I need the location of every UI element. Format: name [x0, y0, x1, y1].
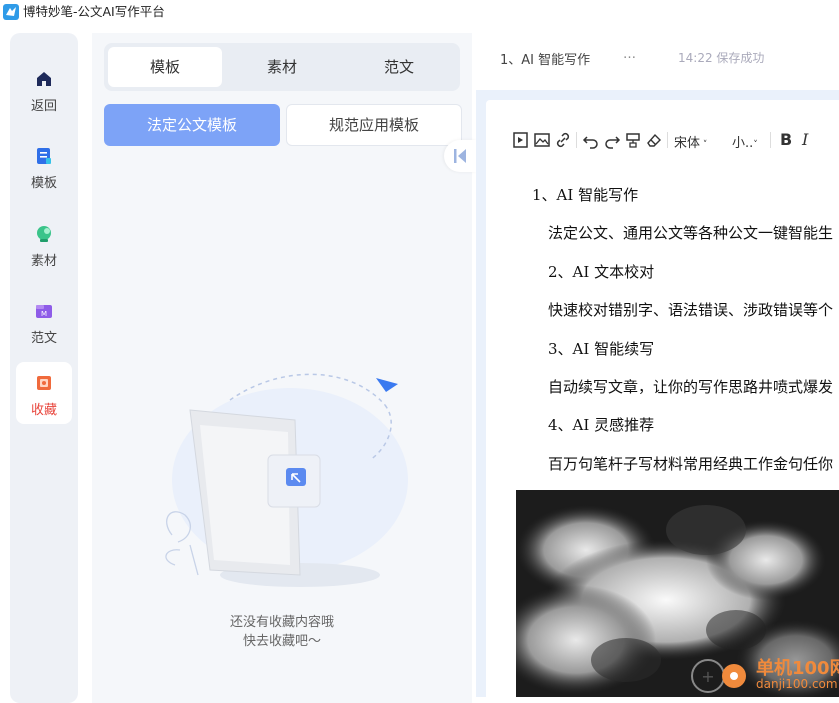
watermark-line2: danji100.com	[756, 677, 838, 691]
title-bar: 博特妙笔-公文AI写作平台	[0, 0, 839, 26]
nav-item-material[interactable]: 素材	[16, 213, 72, 275]
document-title[interactable]: 1、AI 智能写作	[500, 49, 590, 68]
nav-label: 模板	[30, 176, 57, 191]
subtab-statutory-templates[interactable]: 法定公文模板	[104, 104, 280, 146]
font-family-value: 宋体	[674, 136, 701, 151]
svg-text:+: +	[701, 667, 714, 686]
nav-label: 素材	[30, 254, 57, 269]
toolbar-divider	[576, 132, 577, 148]
watermark: + 单机100网 danji100.com	[688, 652, 839, 697]
toolbar-divider	[667, 132, 668, 148]
empty-state-message: 还没有收藏内容哦 快去收藏吧～	[92, 613, 472, 651]
italic-button[interactable]: I	[802, 130, 808, 149]
nav-label: 返回	[30, 99, 57, 114]
editor-page[interactable]: 宋体 ˅ 小..˅ B I 1、AI 智能写作 法定公文、通用公文等各种公文一键…	[486, 100, 839, 697]
window-title: 博特妙笔-公文AI写作平台	[23, 4, 165, 19]
empty-state-illustration	[165, 373, 408, 587]
subtabs: 法定公文模板 规范应用模板	[104, 104, 462, 148]
save-status: 14:22 保存成功	[678, 51, 765, 65]
content-heading-4: 4、AI 灵感推荐	[548, 416, 655, 434]
empty-state-line1: 还没有收藏内容哦	[229, 615, 334, 630]
link-icon[interactable]	[554, 131, 572, 149]
nav-label: 收藏	[30, 403, 57, 418]
redo-icon[interactable]	[603, 131, 621, 149]
more-button[interactable]: …	[623, 47, 636, 62]
chevron-down-icon: ˅	[753, 140, 758, 150]
document-header: 1、AI 智能写作 … 14:22 保存成功	[476, 33, 839, 85]
content-paragraph-2: 快速校对错别字、语法错误、涉政错误等个	[548, 301, 834, 319]
content-heading-3: 3、AI 智能续写	[548, 340, 655, 358]
nav-item-sample[interactable]: M 范文	[16, 290, 72, 352]
left-nav: 返回 模板 素材 M 范文 收藏	[10, 33, 78, 703]
collapse-icon	[454, 149, 466, 163]
font-family-select[interactable]: 宋体 ˅	[674, 132, 707, 151]
home-icon	[37, 72, 51, 86]
font-size-select[interactable]: 小..˅	[732, 132, 758, 151]
content-paragraph-1: 法定公文、通用公文等各种公文一键智能生	[548, 224, 834, 242]
template-panel: 模板 素材 范文 法定公文模板 规范应用模板	[92, 33, 472, 703]
tab-material[interactable]: 素材	[225, 47, 339, 87]
bold-button[interactable]: B	[780, 130, 792, 149]
empty-state-line2: 快去收藏吧～	[242, 634, 321, 649]
nav-item-favorites[interactable]: 收藏	[16, 362, 72, 424]
subtab-standard-templates[interactable]: 规范应用模板	[286, 104, 462, 146]
collapse-panel-button[interactable]	[444, 140, 476, 172]
panel-tabs: 模板 素材 范文	[104, 43, 460, 91]
content-heading-2: 2、AI 文本校对	[548, 263, 655, 281]
undo-icon[interactable]	[582, 131, 600, 149]
content-paragraph-4: 百万句笔杆子写材料常用经典工作金句任你	[548, 455, 834, 473]
favorites-icon	[37, 376, 51, 390]
template-icon	[37, 148, 51, 164]
editor-toolbar: 宋体 ˅ 小..˅ B I	[512, 128, 839, 152]
svg-text:M: M	[41, 310, 47, 318]
eraser-icon[interactable]	[645, 131, 663, 149]
font-size-value: 小..	[732, 136, 754, 151]
chevron-down-icon: ˅	[700, 140, 708, 150]
app-logo-icon	[3, 4, 19, 20]
format-painter-icon[interactable]	[624, 131, 642, 149]
editor-area: 宋体 ˅ 小..˅ B I 1、AI 智能写作 法定公文、通用公文等各种公文一键…	[476, 90, 839, 697]
watermark-logo-icon: +	[691, 659, 746, 693]
insert-image-icon[interactable]	[533, 131, 551, 149]
material-icon	[37, 226, 51, 242]
content-heading-1: 1、AI 智能写作	[532, 186, 639, 204]
content-paragraph-3: 自动续写文章，让你的写作思路井喷式爆发	[548, 378, 834, 396]
tab-template[interactable]: 模板	[108, 47, 222, 87]
nav-label: 范文	[30, 331, 57, 346]
insert-file-icon[interactable]	[512, 131, 530, 149]
toolbar-divider	[770, 132, 771, 148]
nav-item-template[interactable]: 模板	[16, 135, 72, 197]
sample-icon: M	[36, 305, 52, 318]
tab-sample[interactable]: 范文	[342, 47, 456, 87]
nav-item-back[interactable]: 返回	[16, 58, 72, 120]
